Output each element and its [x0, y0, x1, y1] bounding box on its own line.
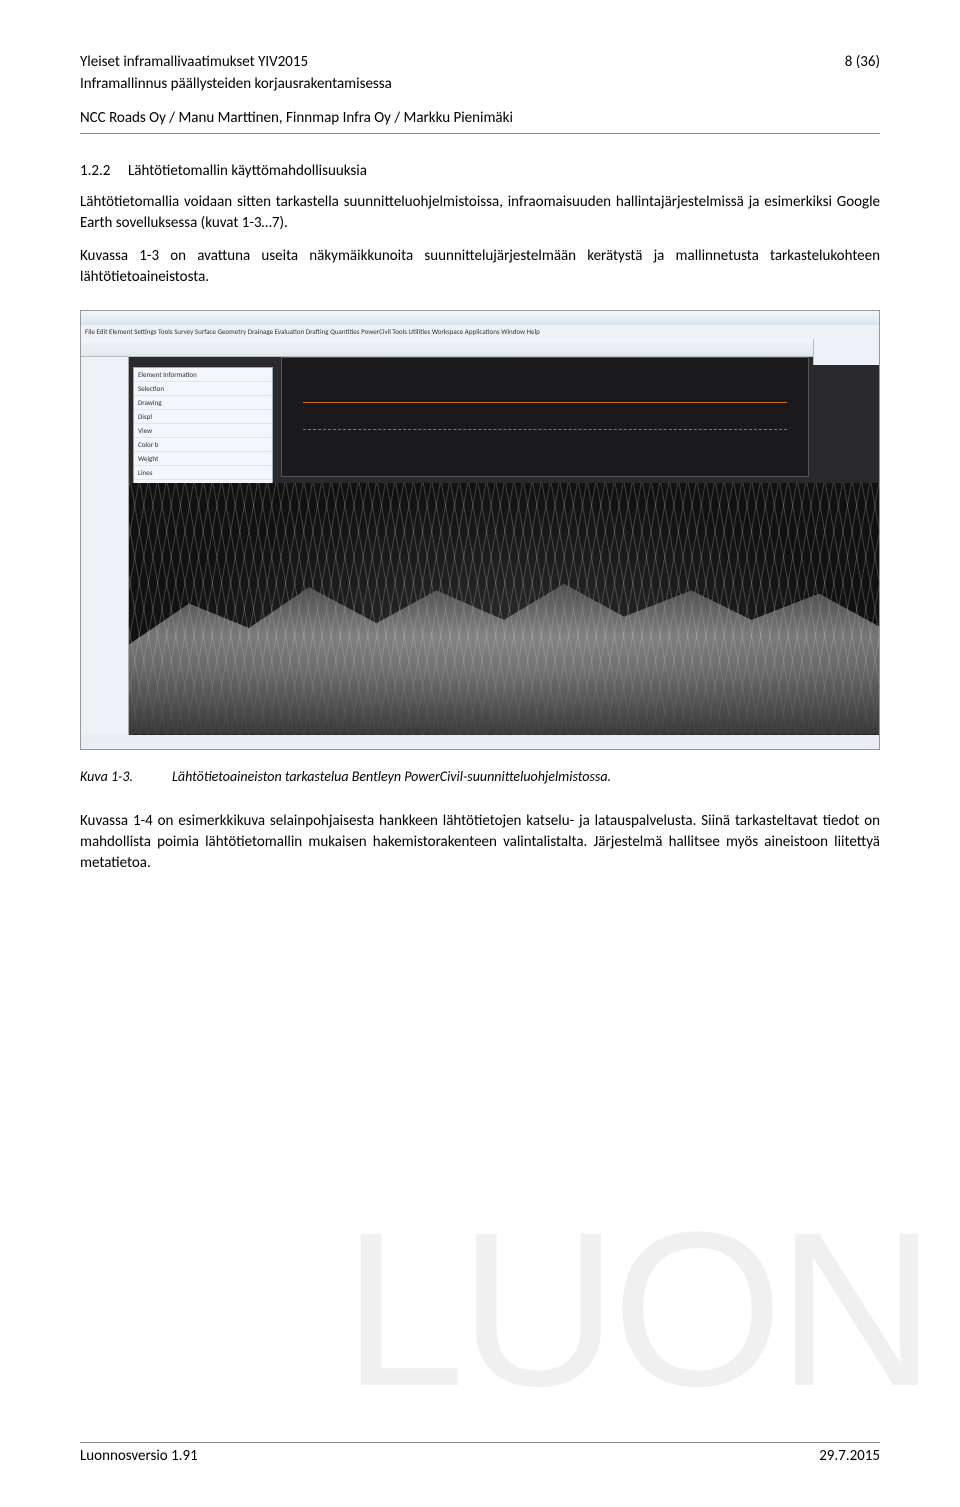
cad-terrain-mesh: [129, 571, 879, 735]
cad-display-style-panel: [813, 339, 879, 365]
header-divider: [80, 133, 880, 134]
section-number: 1.2.2: [80, 162, 128, 180]
footer-version: Luonnosversio 1.91: [80, 1447, 198, 1465]
section-heading: 1.2.2 Lähtötietomallin käyttömahdollisuu…: [80, 162, 880, 180]
panel-item: Selection: [134, 382, 272, 396]
cad-screenshot: File Edit Element Settings Tools Survey …: [80, 310, 880, 750]
figure-caption-text: Lähtötietoaineiston tarkastelua Bentleyn…: [172, 768, 880, 785]
panel-item: Color b: [134, 438, 272, 452]
panel-item: View: [134, 424, 272, 438]
paragraph-2: Kuvassa 1-3 on avattuna useita näkymäikk…: [80, 246, 880, 288]
panel-item: Displ: [134, 410, 272, 424]
paragraph-3: Kuvassa 1-4 on esimerkkikuva selainpohja…: [80, 811, 880, 874]
doc-title: Yleiset inframallivaatimukset YIV2015: [80, 52, 800, 72]
authors-line: NCC Roads Oy / Manu Marttinen, Finnmap I…: [80, 109, 880, 127]
doc-subtitle: Inframallinnus päällysteiden korjausrake…: [80, 74, 800, 94]
page-indicator: 8 (36): [800, 52, 880, 95]
cad-profile-view: [281, 357, 809, 477]
panel-item: Lines: [134, 466, 272, 480]
cad-titlebar: [81, 311, 879, 325]
panel-item: Weight: [134, 452, 272, 466]
section-title: Lähtötietomallin käyttömahdollisuuksia: [128, 162, 367, 180]
panel-item: Element Information: [134, 368, 272, 382]
cad-left-toolbox: [81, 357, 129, 735]
footer-date: 29.7.2015: [819, 1447, 880, 1465]
panel-item: Drawing: [134, 396, 272, 410]
cad-menubar: File Edit Element Settings Tools Survey …: [81, 325, 879, 339]
figure-label: Kuva 1-3.: [80, 768, 172, 785]
cad-statusbar: [81, 735, 879, 749]
paragraph-1: Lähtötietomallia voidaan sitten tarkaste…: [80, 192, 880, 234]
cad-toolbar: [81, 339, 879, 357]
figure-1-3: File Edit Element Settings Tools Survey …: [80, 310, 880, 785]
cad-3d-view: [129, 483, 879, 735]
watermark: LUON: [343, 1221, 930, 1397]
